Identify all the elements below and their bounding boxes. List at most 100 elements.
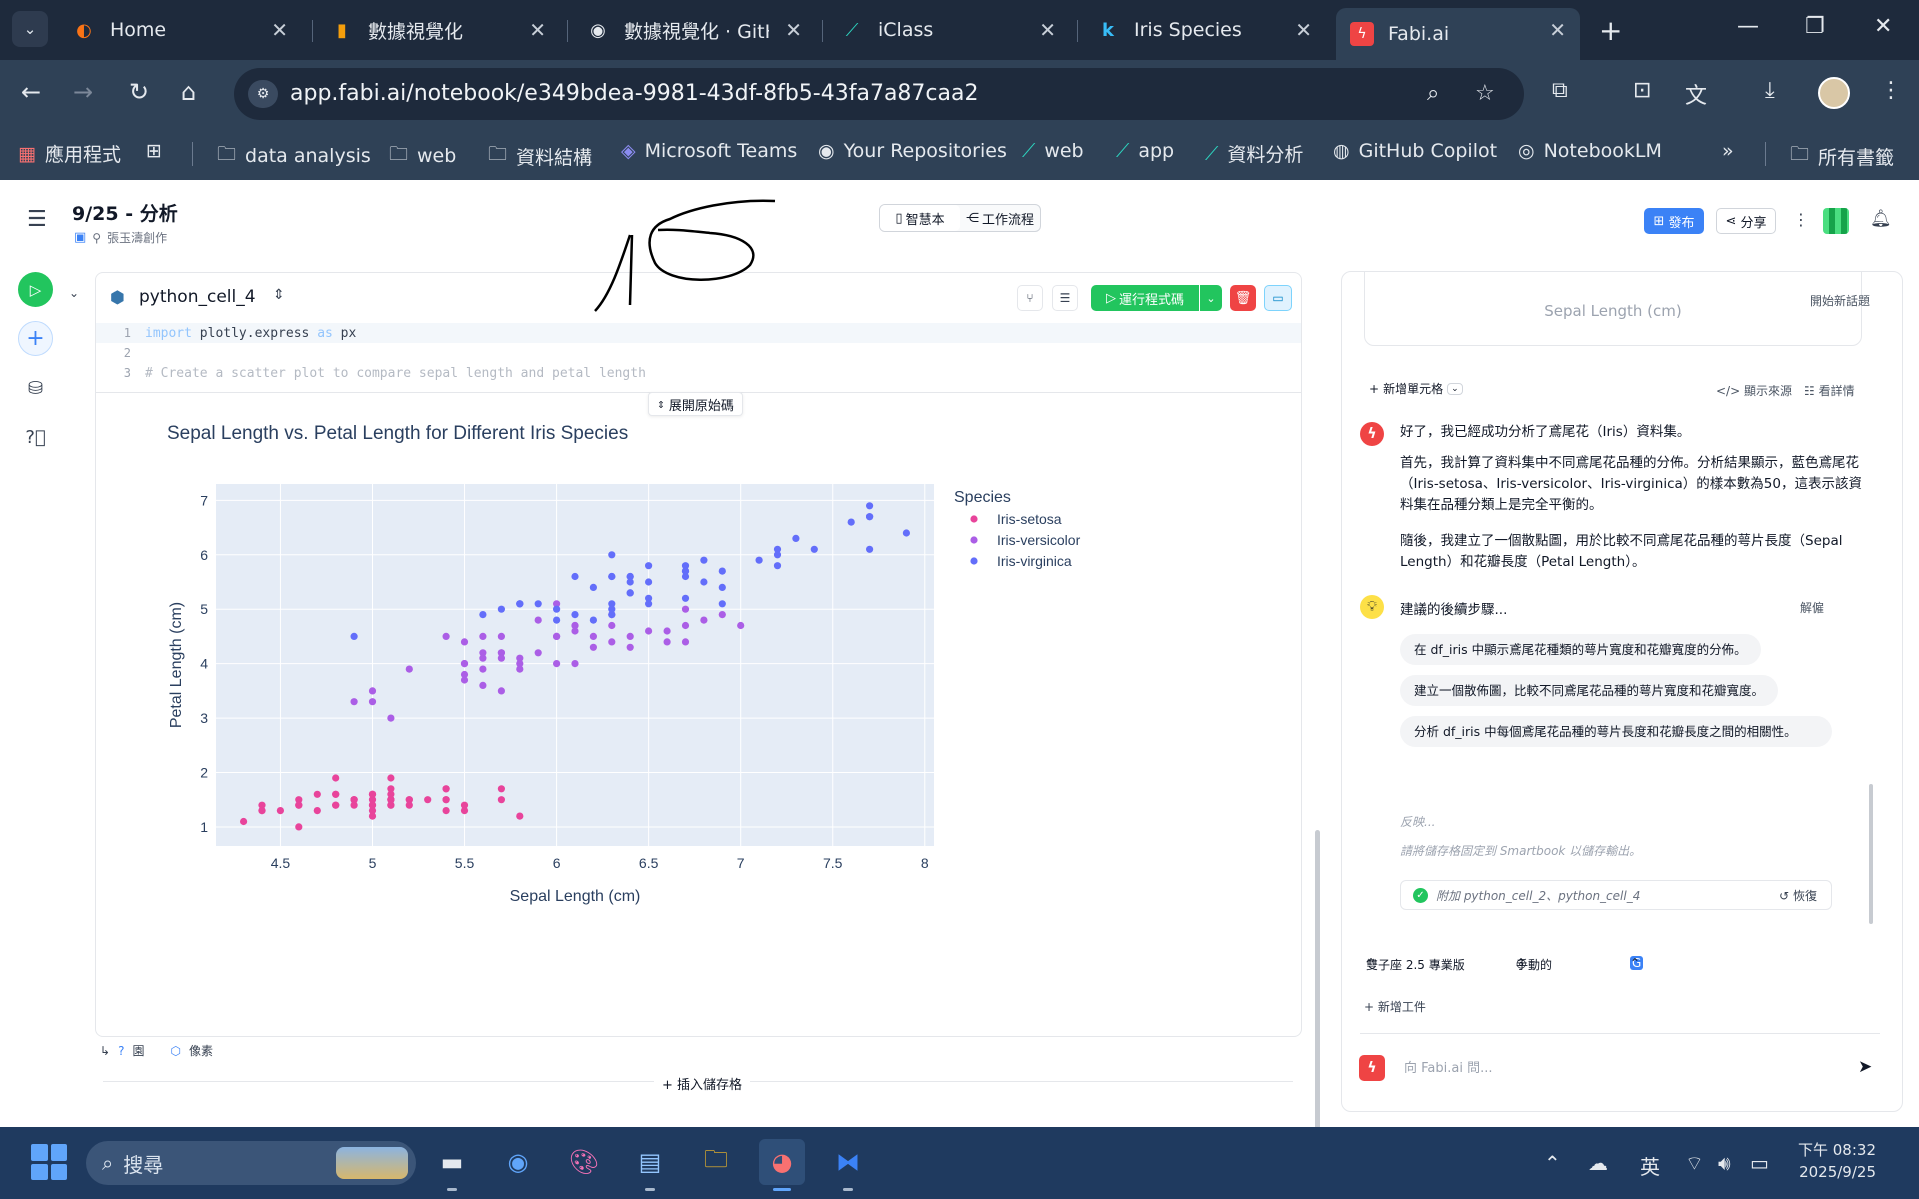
site-info-icon[interactable]: ⚙ xyxy=(248,80,278,108)
translate-icon[interactable]: 文 xyxy=(1685,78,1707,110)
notification-bell-icon[interactable]: 🔔︎ xyxy=(1870,209,1892,229)
close-tab-icon[interactable]: ✕ xyxy=(1039,18,1056,42)
download-icon[interactable]: ⤓ xyxy=(1765,78,1775,103)
copilot-app-icon[interactable]: ◉ xyxy=(495,1139,541,1185)
send-icon[interactable]: ➤ xyxy=(1858,1057,1872,1077)
tray-chevron-icon[interactable]: ⌃ xyxy=(1544,1151,1561,1175)
collapse-chevron-icon[interactable]: ⌄ xyxy=(69,286,79,300)
tab-smartbook[interactable]: ▯ 智慧本 xyxy=(880,205,960,231)
publish-button[interactable]: ⊞ 發布 xyxy=(1644,208,1704,234)
tab-data-viz[interactable]: ▮ 數據視覺化 ✕ xyxy=(316,8,560,52)
bookmark-notebooklm[interactable]: ◎ NotebookLM xyxy=(1518,140,1662,162)
terminal-icon[interactable]: ▬ xyxy=(429,1139,475,1191)
outline-icon[interactable]: ☰ xyxy=(1052,285,1078,311)
close-tab-icon[interactable]: ✕ xyxy=(271,18,288,42)
feedback-text[interactable]: 反映... xyxy=(1400,813,1435,830)
new-tab-icon[interactable]: + xyxy=(1599,14,1622,47)
ask-input[interactable] xyxy=(1404,1056,1824,1080)
delete-cell-icon[interactable]: 🗑︎ xyxy=(1230,285,1256,311)
suggestion-chip[interactable]: 分析 df_iris 中每個鳶尾花品種的萼片長度和花瓣長度之間的相關性。 xyxy=(1400,716,1832,747)
chevron-down-icon[interactable]: ⌄ xyxy=(1447,382,1463,395)
close-tab-icon[interactable]: ✕ xyxy=(785,18,802,42)
bookmark-star-icon[interactable]: ☆ xyxy=(1475,81,1495,106)
view-details-button[interactable]: ☷ 看詳情 xyxy=(1804,382,1855,399)
hamburger-menu-icon[interactable]: ☰ xyxy=(27,207,47,232)
all-bookmarks[interactable]: 🗀 所有書籤 xyxy=(1790,140,1894,172)
notebook-title[interactable]: 9/25 - 分析 xyxy=(72,199,178,226)
branch-icon[interactable]: ⑂ xyxy=(1017,285,1043,311)
database-icon[interactable]: ⛁ xyxy=(18,371,53,406)
volume-icon[interactable]: 🔊︎ xyxy=(1718,1151,1731,1175)
user-avatar[interactable] xyxy=(1823,208,1849,234)
new-topic-button[interactable]: 開始新話題 xyxy=(1810,292,1870,309)
share-button[interactable]: ⋖ 分享 xyxy=(1716,208,1776,234)
bookmark-web-folder[interactable]: 🗀 web xyxy=(389,140,456,172)
close-tab-icon[interactable]: ✕ xyxy=(1295,18,1312,42)
suggestion-chip[interactable]: 建立一個散佈圖，比較不同鳶尾花品種的萼片寬度和花瓣寬度。 xyxy=(1400,675,1779,706)
bookmark-copilot[interactable]: ◍ GitHub Copilot xyxy=(1333,140,1497,162)
dismiss-button[interactable]: 解僱 xyxy=(1800,599,1824,616)
tab-fabi[interactable]: ϟ Fabi.ai ✕ xyxy=(1336,8,1580,60)
forward-icon[interactable]: → xyxy=(73,78,93,106)
bookmark-data-analysis-2[interactable]: ⟋ 資料分析 xyxy=(1205,140,1303,167)
add-cell-button[interactable]: + 新增單元格 ⌄ xyxy=(1369,380,1463,397)
screenshot-icon[interactable]: ⊡ xyxy=(1633,78,1651,103)
restore-window-icon[interactable]: ❐ xyxy=(1805,14,1825,39)
system-clock[interactable]: 下午 08:32 2025/9/25 xyxy=(1798,1139,1876,1183)
suggestion-chip[interactable]: 在 df_iris 中顯示鳶尾花種類的萼片寬度和花瓣寬度的分佈。 xyxy=(1400,634,1761,665)
help-icon[interactable]: ?⃝ xyxy=(18,420,53,455)
close-window-icon[interactable]: ✕ xyxy=(1874,14,1892,39)
more-options-icon[interactable]: ⋮ xyxy=(1793,210,1809,229)
battery-icon[interactable]: ▭ xyxy=(1750,1151,1769,1175)
windows-start-icon[interactable] xyxy=(31,1144,67,1180)
paint-icon[interactable]: 🎨︎ xyxy=(561,1139,607,1185)
profile-avatar[interactable] xyxy=(1818,77,1850,109)
close-tab-icon[interactable]: ✕ xyxy=(529,18,546,42)
bookmark-web[interactable]: ⟋ web xyxy=(1022,140,1084,162)
run-all-button[interactable]: ▷ xyxy=(18,272,53,307)
code-editor[interactable]: 1 import plotly.express as px 2 3 # Crea… xyxy=(96,323,1301,416)
run-code-button[interactable]: ▷ 運行程式碼 xyxy=(1091,285,1199,311)
bookmark-apps[interactable]: ▦ 應用程式 xyxy=(18,140,121,167)
ime-indicator[interactable]: 英 xyxy=(1640,1151,1660,1180)
chrome-icon[interactable]: ◕ xyxy=(759,1139,805,1191)
bookmark-data-structures[interactable]: 🗀 資料結構 xyxy=(488,140,592,172)
add-cell-icon[interactable]: + xyxy=(18,321,53,356)
more-bookmarks-icon[interactable]: » xyxy=(1722,140,1734,162)
chat-scrollbar[interactable] xyxy=(1869,784,1873,924)
back-icon[interactable]: ← xyxy=(21,78,41,106)
bookmark-app[interactable]: ⟋ app xyxy=(1116,140,1174,162)
main-scrollbar[interactable] xyxy=(1315,830,1320,1130)
browser-menu-icon[interactable]: ⋮ xyxy=(1880,78,1902,103)
zoom-icon[interactable]: ⌕ xyxy=(1427,81,1439,106)
bookmark-data-analysis[interactable]: 🗀 data analysis xyxy=(217,140,371,172)
taskbar-search[interactable]: ⌕ 搜尋 xyxy=(86,1141,416,1185)
file-explorer-icon[interactable]: 🗀 xyxy=(693,1139,739,1185)
tab-search-chevron-icon[interactable]: ⌄ xyxy=(12,11,48,47)
notepad-icon[interactable]: ▤ xyxy=(627,1139,673,1191)
insert-cell-button[interactable]: + 插入儲存格 xyxy=(654,1074,751,1093)
reload-icon[interactable]: ↻ xyxy=(129,78,149,106)
tab-github[interactable]: ◉ 數據視覺化 · GitHub ✕ xyxy=(572,8,816,52)
bookmark-teams[interactable]: ◈ Microsoft Teams xyxy=(621,140,797,162)
tab-home[interactable]: ◐ Home ✕ xyxy=(58,8,302,52)
new-artifact-button[interactable]: + 新增工件 xyxy=(1364,998,1426,1015)
onedrive-icon[interactable]: ☁ xyxy=(1588,1151,1608,1175)
cell-name[interactable]: python_cell_4 xyxy=(139,287,256,307)
minimize-icon[interactable]: — xyxy=(1737,14,1759,39)
run-options-chevron-icon[interactable]: ⌄ xyxy=(1200,285,1222,311)
home-icon[interactable]: ⌂ xyxy=(181,78,196,106)
show-source-button[interactable]: </> 顯示來源 xyxy=(1716,382,1792,399)
tab-iclass[interactable]: ⟋ iClass ✕ xyxy=(826,8,1070,52)
close-tab-icon[interactable]: ✕ xyxy=(1549,18,1566,42)
restore-button[interactable]: ↺ 恢復 xyxy=(1779,887,1817,904)
url-text[interactable]: app.fabi.ai/notebook/e349bdea-9981-43df-… xyxy=(290,81,978,106)
tab-workflow[interactable]: ⋲ 工作流程 xyxy=(960,205,1040,231)
wifi-icon[interactable]: ⌔ xyxy=(1685,1151,1704,1176)
comment-icon[interactable]: ▭ xyxy=(1264,285,1292,311)
bookmark-repositories[interactable]: ◉ Your Repositories xyxy=(818,140,1007,162)
tab-iris-species[interactable]: k Iris Species ✕ xyxy=(1082,8,1326,52)
expand-collapse-icon[interactable]: ⇕ xyxy=(273,287,285,303)
bookmark-grid[interactable]: ⊞ xyxy=(146,140,171,162)
vscode-icon[interactable]: ⧓ xyxy=(825,1139,871,1191)
